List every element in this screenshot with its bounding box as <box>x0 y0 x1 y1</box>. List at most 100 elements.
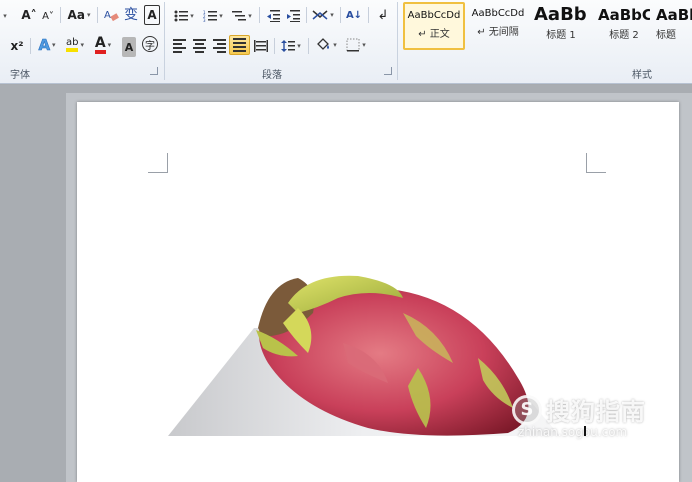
align-left-icon <box>172 39 186 53</box>
clear-format-button[interactable]: A <box>102 5 120 25</box>
styles-group-label: 样式 <box>632 70 652 81</box>
borders-button[interactable]: ▾ <box>343 35 369 55</box>
increase-indent-icon <box>287 10 300 22</box>
change-case-button[interactable]: Aa ▾ <box>66 5 92 25</box>
style-no-spacing[interactable]: AaBbCcDd ↵ 无间隔 <box>467 2 529 50</box>
font-dialog-launcher[interactable] <box>150 67 158 75</box>
page-corner-mark-top-left <box>148 153 168 173</box>
distributed-icon <box>254 40 268 52</box>
font-color-button[interactable]: A ▾ <box>90 35 116 55</box>
separator <box>306 7 307 23</box>
style-heading-2[interactable]: AaBbC 标题 2 <box>593 2 655 50</box>
numbering-button[interactable]: 1 2 3 ▾ <box>201 6 225 26</box>
style-normal[interactable]: AaBbCcDd ↵ 正文 <box>403 2 465 50</box>
chevron-down-icon: ▾ <box>80 41 84 49</box>
paint-bucket-icon <box>317 38 330 50</box>
align-center-icon <box>192 39 206 53</box>
line-spacing-icon <box>281 40 296 52</box>
separator <box>368 7 369 23</box>
chevron-down-icon: ▾ <box>330 11 334 19</box>
char-border-button[interactable]: A <box>144 5 160 25</box>
svg-text:A: A <box>104 10 111 21</box>
chevron-down-icon: ▾ <box>248 12 252 20</box>
shrink-font-button[interactable]: A˅ <box>40 6 56 26</box>
style-name: 标题 2 <box>609 30 639 41</box>
phonetic-guide-button[interactable]: 变 <box>122 4 140 24</box>
separator <box>340 7 341 23</box>
show-marks-button[interactable]: ↲ <box>374 5 392 25</box>
text-cursor <box>584 426 586 436</box>
align-right-button[interactable] <box>210 36 228 56</box>
style-name: ↵ 无间隔 <box>477 27 519 38</box>
text-effect-label: A <box>38 36 51 55</box>
superscript-button[interactable]: x² <box>8 36 26 56</box>
paragraph-group-label: 段落 <box>262 70 282 81</box>
text-effect-button[interactable]: A ▾ <box>34 35 60 55</box>
separator <box>274 38 275 54</box>
inserted-picture[interactable] <box>168 268 560 440</box>
numbering-icon: 123 <box>203 10 218 22</box>
grow-font-button[interactable]: A˄ <box>20 5 38 25</box>
style-preview: AaBbCcDd <box>407 10 461 21</box>
style-preview: AaBb <box>534 4 587 25</box>
sogou-logo-icon: S <box>512 394 542 425</box>
align-center-button[interactable] <box>190 36 208 56</box>
shading-button[interactable]: ▾ <box>313 35 339 55</box>
sort-button[interactable]: A↓ <box>344 5 364 25</box>
multilevel-list-button[interactable]: ▾ <box>230 6 254 26</box>
line-spacing-button[interactable]: ▾ <box>279 36 303 56</box>
justify-icon <box>233 38 246 52</box>
chinese-layout-button[interactable]: ▾ <box>311 5 335 25</box>
ribbon: ▾ A˄ A˅ Aa ▾ A 变 A x² A ▾ ab ▾ A ▾ A 字 字体 ▾ … <box>0 0 692 84</box>
separator <box>30 38 31 54</box>
distributed-button[interactable] <box>252 36 270 56</box>
group-separator <box>397 2 398 80</box>
borders-icon <box>346 38 360 52</box>
style-preview: AaBbCcDd <box>471 8 525 19</box>
watermark: S 搜狗指南 zhinan.sogou.com <box>512 392 646 439</box>
char-shading-button[interactable]: A <box>122 37 136 57</box>
chevron-down-icon: ▾ <box>107 41 112 49</box>
decrease-indent-button[interactable] <box>264 6 282 26</box>
style-name: ↵ 正文 <box>418 29 450 40</box>
style-title[interactable]: AaBl 标题 <box>656 2 692 50</box>
chevron-down-icon: ▾ <box>190 12 194 20</box>
page-corner-mark-top-right <box>586 153 606 173</box>
highlight-label: ab <box>66 38 79 52</box>
decrease-indent-icon <box>267 10 280 22</box>
style-heading-1[interactable]: AaBb 标题 1 <box>530 2 592 50</box>
chevron-down-icon: ▾ <box>333 41 337 49</box>
watermark-text: 搜狗指南 <box>546 398 646 426</box>
paragraph-dialog-launcher[interactable] <box>384 67 392 75</box>
enclose-char-button[interactable]: 字 <box>142 36 158 52</box>
chevron-down-icon: ▾ <box>297 42 301 50</box>
multilevel-list-icon <box>232 11 247 21</box>
eraser-icon: A <box>104 10 119 22</box>
svg-text:3: 3 <box>203 18 206 22</box>
font-group-label: 字体 <box>10 70 30 81</box>
chevron-down-icon: ▾ <box>362 41 366 49</box>
increase-indent-button[interactable] <box>284 6 302 26</box>
chevron-down-icon: ▾ <box>86 11 91 19</box>
align-right-icon <box>212 39 226 53</box>
separator <box>97 7 98 23</box>
chevron-down-icon: ▾ <box>52 41 56 49</box>
style-preview: AaBbC <box>598 6 650 24</box>
separator <box>308 38 309 54</box>
align-left-button[interactable] <box>170 36 188 56</box>
highlight-button[interactable]: ab ▾ <box>62 35 88 55</box>
strikethrough-edge[interactable] <box>0 36 8 56</box>
change-case-label: Aa <box>67 8 85 22</box>
separator <box>60 7 61 23</box>
separator <box>259 7 260 23</box>
bullets-icon <box>174 10 189 22</box>
watermark-top: S 搜狗指南 <box>512 392 646 427</box>
style-preview: AaBl <box>656 6 692 24</box>
justify-button[interactable] <box>229 35 250 55</box>
group-separator <box>164 2 165 80</box>
watermark-url: zhinan.sogou.com <box>518 425 628 439</box>
style-name: 标题 <box>656 30 676 41</box>
bullets-button[interactable]: ▾ <box>172 6 196 26</box>
font-size-dropdown-edge[interactable]: ▾ <box>0 6 8 26</box>
styles-gallery: AaBbCcDd ↵ 正文 AaBbCcDd ↵ 无间隔 AaBb 标题 1 A… <box>402 2 692 50</box>
